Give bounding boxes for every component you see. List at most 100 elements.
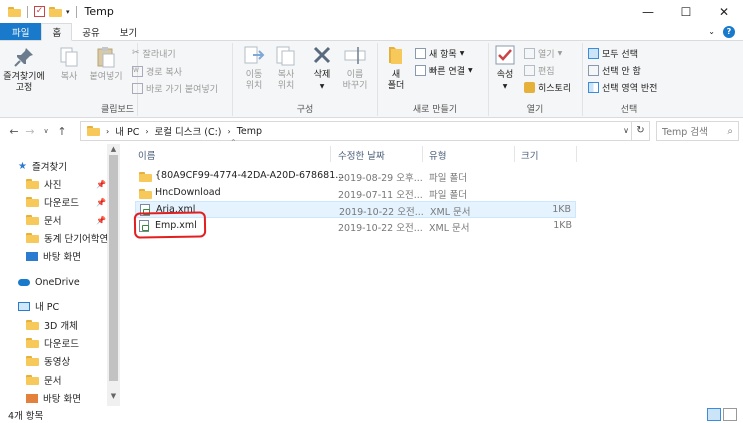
cut-button[interactable]: ✂ 잘라내기: [132, 46, 176, 60]
up-icon[interactable]: ↑: [54, 125, 70, 138]
paste-shortcut-button[interactable]: 바로 가기 붙여넣기: [132, 81, 218, 95]
navigation-pane: ★ 즐겨찾기 사진 📌 다운로드 📌 문서 📌 동계 단기어학연 바탕 화면 O…: [0, 144, 120, 406]
videos-folder-icon: [26, 356, 39, 366]
rename-button[interactable]: 이름 바꾸기: [340, 43, 370, 92]
column-name[interactable]: 이름: [138, 148, 155, 162]
recent-locations-icon[interactable]: ∨: [38, 127, 54, 135]
quick-access-dropdown-icon[interactable]: ▾: [66, 8, 70, 16]
address-bar[interactable]: › 내 PC › 로컬 디스크 (C:) › Temp ∨ ↻: [80, 121, 650, 141]
select-all-button[interactable]: 모두 선택: [588, 46, 638, 60]
nav-item-pictures[interactable]: 사진: [26, 176, 61, 192]
column-type[interactable]: 유형: [429, 148, 446, 162]
navigation-scrollbar[interactable]: ▲ ▼: [107, 144, 120, 406]
tab-home[interactable]: 홈: [41, 23, 73, 41]
tab-file[interactable]: 파일: [0, 23, 42, 40]
column-size[interactable]: 크기: [521, 148, 538, 162]
select-all-label: 모두 선택: [602, 49, 638, 60]
nav-quick-access[interactable]: ★ 즐겨찾기: [18, 158, 67, 174]
tab-share[interactable]: 공유: [72, 23, 109, 40]
copy-button[interactable]: 복사: [58, 45, 80, 83]
close-icon[interactable]: ✕: [705, 0, 743, 23]
open-icon: [524, 47, 535, 59]
breadcrumb-local-disk[interactable]: 로컬 디스크 (C:): [155, 124, 222, 138]
pin-icon[interactable]: 📌: [96, 198, 106, 207]
nav-item-language-course[interactable]: 동계 단기어학연: [26, 230, 108, 246]
pin-icon: [12, 45, 36, 69]
history-icon: [524, 81, 535, 93]
refresh-icon[interactable]: ↻: [631, 122, 649, 140]
scrollbar-thumb[interactable]: [109, 155, 118, 381]
invert-selection-label: 선택 영역 반전: [602, 83, 658, 94]
nav-this-pc[interactable]: 내 PC: [18, 298, 59, 314]
column-date[interactable]: 수정한 날짜: [338, 148, 385, 162]
scroll-down-icon[interactable]: ▼: [107, 392, 120, 400]
column-separator[interactable]: [514, 146, 515, 162]
nav-item-pc-downloads[interactable]: 다운로드: [26, 335, 79, 351]
nav-label: 다운로드: [44, 198, 79, 209]
open-button[interactable]: 열기 ▼: [524, 46, 562, 60]
open-label: 열기: [538, 49, 555, 60]
search-box[interactable]: Temp 검색 ⌕: [656, 121, 739, 141]
properties-dropdown-icon[interactable]: ▼: [503, 81, 508, 92]
nav-item-3d-objects[interactable]: 3D 개체: [26, 317, 78, 333]
forward-icon[interactable]: →: [22, 125, 38, 138]
pin-label: 즐겨찾기에 고정: [3, 72, 45, 93]
nav-item-downloads[interactable]: 다운로드: [26, 194, 79, 210]
copy-path-button[interactable]: W 경로 복사: [132, 64, 182, 78]
new-folder-button[interactable]: 새 폴더: [383, 43, 409, 92]
nav-item-pc-desktop[interactable]: 바탕 화면: [26, 390, 81, 406]
breadcrumb-this-pc[interactable]: 내 PC: [115, 124, 139, 138]
address-row: ← → ∨ ↑ › 내 PC › 로컬 디스크 (C:) › Temp ∨ ↻ …: [0, 118, 743, 144]
pin-icon[interactable]: 📌: [96, 216, 106, 225]
folder-icon: [26, 233, 39, 243]
nav-label: 바탕 화면: [43, 252, 81, 263]
breadcrumb-temp[interactable]: Temp: [237, 126, 262, 137]
separator: [75, 5, 77, 18]
select-none-button[interactable]: 선택 안 함: [588, 63, 641, 77]
file-type: XML 문서: [430, 207, 471, 218]
delete-button[interactable]: 삭제 ▼: [308, 43, 336, 92]
nav-item-documents[interactable]: 문서: [26, 212, 61, 228]
new-item-icon: [415, 47, 426, 59]
nav-item-desktop[interactable]: 바탕 화면: [26, 248, 81, 264]
help-icon[interactable]: ?: [723, 25, 735, 38]
minimize-icon[interactable]: —: [629, 0, 667, 23]
column-separator[interactable]: [330, 146, 331, 162]
folder-icon: [139, 189, 152, 199]
copy-to-button[interactable]: 복사 위치: [272, 43, 300, 92]
column-separator[interactable]: [422, 146, 423, 162]
move-to-label: 이동 위치: [245, 70, 263, 91]
pin-to-quick-access-button[interactable]: 즐겨찾기에 고정: [3, 45, 45, 94]
back-icon[interactable]: ←: [6, 125, 22, 138]
invert-selection-button[interactable]: 선택 영역 반전: [588, 80, 657, 94]
file-type: 파일 폴더: [429, 173, 467, 184]
properties-button[interactable]: 속성 ▼: [493, 43, 517, 92]
large-icons-view-icon[interactable]: [723, 408, 737, 421]
ribbon-expand-icon[interactable]: ⌄: [708, 27, 715, 36]
paste-button[interactable]: 붙여넣기: [88, 45, 124, 83]
table-row[interactable]: HncDownload 2019-07-11 오전... 파일 폴더: [135, 185, 576, 202]
easy-access-button[interactable]: 빠른 연결 ▼: [415, 63, 473, 77]
nav-item-videos[interactable]: 동영상: [26, 353, 70, 369]
details-view-icon[interactable]: [707, 408, 721, 421]
maximize-icon[interactable]: ☐: [667, 0, 705, 23]
properties-check-icon[interactable]: ✓: [34, 6, 45, 17]
new-item-button[interactable]: 새 항목 ▼: [415, 46, 464, 60]
table-row[interactable]: {80A9CF99-4774-42DA-A20D-678681... 2019-…: [135, 168, 576, 185]
nav-label: 사진: [44, 180, 62, 191]
delete-dropdown-icon[interactable]: ▼: [320, 81, 325, 92]
sort-caret-icon: ⌃: [230, 138, 237, 147]
window-controls: — ☐ ✕: [629, 0, 743, 23]
nav-onedrive[interactable]: OneDrive: [18, 274, 80, 290]
history-button[interactable]: 히스토리: [524, 80, 571, 94]
move-to-button[interactable]: 이동 위치: [240, 43, 268, 92]
column-separator[interactable]: [576, 146, 577, 162]
address-dropdown-icon[interactable]: ∨: [623, 122, 629, 140]
nav-item-pc-documents[interactable]: 문서: [26, 372, 61, 388]
tab-view[interactable]: 보기: [110, 23, 147, 40]
edit-button[interactable]: 편집: [524, 63, 555, 77]
pin-icon[interactable]: 📌: [96, 180, 106, 189]
new-item-dropdown-icon: ▼: [459, 49, 465, 57]
scroll-up-icon[interactable]: ▲: [107, 145, 120, 153]
new-folder-icon[interactable]: [49, 6, 62, 17]
